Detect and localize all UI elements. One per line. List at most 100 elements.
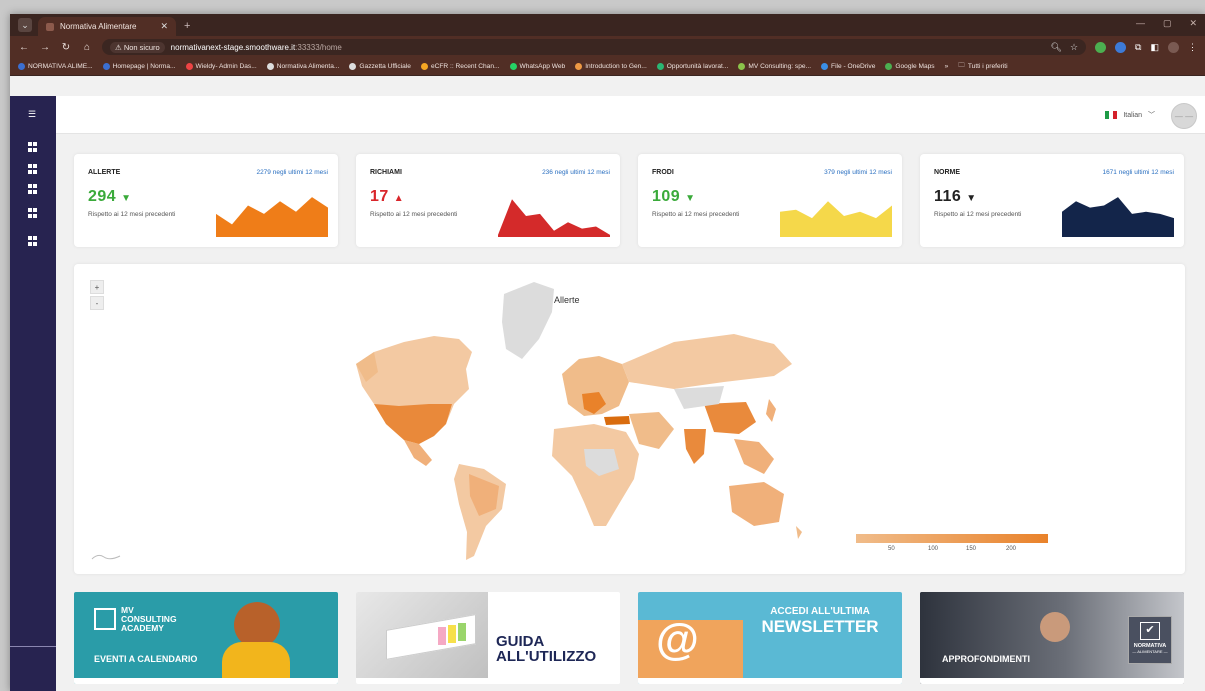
profile-icon[interactable] [1168,41,1179,53]
stat-label: ALLERTE [88,169,121,176]
legend-gradient-bar [856,534,1048,543]
stat-period-link[interactable]: 2279 negli ultimi 12 mesi [256,169,328,176]
person-photo [1040,612,1070,642]
stat-card-norme[interactable]: NORME 1671 negli ultimi 12 mesi 116 ▼ Rispe… [920,154,1184,247]
stat-card-frodi[interactable]: FRODI 379 negli ultimi 12 mesi 109 ▼ Rispet… [638,154,902,247]
tab-title: Normativa Alimentare [60,22,137,31]
security-warning-label: Non sicuro [123,42,160,52]
legend-tick-label: 150 [966,546,977,552]
world-map[interactable] [74,264,1185,574]
banner-approfondimenti[interactable]: APPROFONDIMENTI ✔ NORMATIVA — ALIMENTARE… [920,592,1184,684]
bookmark-label: WhatsApp Web [519,63,566,70]
window-close-icon[interactable]: ✕ [1189,18,1197,29]
bookmark-item[interactable]: Gazzetta Ufficiale [349,63,411,70]
trend-down-icon: ▼ [685,193,696,204]
bookmark-label: eCFR :: Recent Chan... [430,63,500,70]
bookmark-item[interactable]: Homepage | Norma... [102,63,176,70]
stat-label: FRODI [652,169,674,176]
guida-line-2: ALL'UTILIZZO [496,648,597,665]
minimize-icon[interactable]: — [1136,18,1145,29]
security-warning-badge[interactable]: ⚠ Non sicuro [110,41,165,53]
stat-card-allerte[interactable]: ALLERTE 2279 negli ultimi 12 mesi 294 ▼ Ris… [74,154,338,247]
bookmark-item[interactable]: eCFR :: Recent Chan... [420,63,500,70]
sidebar-item-dashboard-icon[interactable] [28,142,38,152]
map-color-legend: 50 100 150 200 [856,534,1048,553]
bookmark-item[interactable]: Opportunità lavorat... [656,63,729,70]
bookmark-item[interactable]: Normativa Alimenta... [266,63,339,70]
extension-icon[interactable] [1115,41,1127,53]
map-mexico [404,440,432,466]
tab-strip: ⌄ Normativa Alimentare ✕ + — ▢ ✕ [10,14,1205,36]
new-tab-icon[interactable]: + [184,20,190,32]
banner-guida-utilizzo[interactable]: GUIDA ALL'UTILIZZO [356,592,620,684]
bookmark-favicon-icon [738,63,746,70]
stat-card-richiami[interactable]: RICHIAMI 236 negli ultimi 12 mesi 17 ▲ Risp… [356,154,620,247]
zoom-lens-icon[interactable]: 🔍︎ [1051,42,1062,53]
normativa-logo: ✔ NORMATIVA — ALIMENTARE — [1128,616,1172,664]
stat-value-row: 294 ▼ [88,188,132,206]
stat-period-link[interactable]: 379 negli ultimi 12 mesi [824,169,892,176]
tab-normativa[interactable]: Normativa Alimentare ✕ [38,17,176,36]
extension-icon[interactable] [1095,41,1107,53]
bookmark-label: Opportunità lavorat... [666,63,729,70]
stat-sparkline [780,201,892,237]
sidebar-item-allerte-icon[interactable] [28,164,38,174]
map-middle-east [629,412,674,449]
menu-toggle-icon[interactable]: ☰ [28,109,38,119]
url-host: normativanext-stage.smoothware.it [170,42,296,52]
newsletter-title: ACCEDI ALL'ULTIMA NEWSLETTER [750,606,890,637]
sticky-note-yellow [448,625,456,643]
bookmark-item[interactable]: WhatsApp Web [509,63,566,70]
bookmark-favicon-icon [885,63,893,70]
all-bookmarks-button[interactable]: 🗀 Tutti i preferiti [958,61,1007,72]
bookmark-item[interactable]: Google Maps [885,63,935,70]
stat-period-link[interactable]: 236 negli ultimi 12 mesi [542,169,610,176]
bookmark-favicon-icon [102,63,110,70]
sidebar-item-frodi-icon[interactable] [28,208,38,218]
map-turkey [604,416,630,425]
address-bar[interactable]: ⚠ Non sicuro normativanext-stage.smoothw… [102,39,1087,55]
stat-label: NORME [934,169,961,176]
legend-tick-label: 200 [1006,546,1017,552]
trend-up-icon: ▲ [393,193,405,204]
restore-icon[interactable]: ▢ [1163,18,1172,29]
bookmarks-overflow-button[interactable]: » [945,63,949,70]
stat-value-row: 109 ▼ [652,188,696,206]
bookmark-favicon-icon [18,63,25,70]
tab-search-button[interactable]: ⌄ [18,18,32,32]
banner-eventi-calendario[interactable]: MV CONSULTING ACADEMY EVENTI A CALENDARI… [74,592,338,684]
sidebar-item-richiami-icon[interactable] [28,184,38,194]
side-panel-icon[interactable]: ◧ [1150,42,1159,53]
extensions-puzzle-icon[interactable]: ⧉ [1135,42,1141,53]
app-header: Italian ﹀ — — [56,96,1205,134]
all-bookmarks-label: Tutti i preferiti [967,63,1008,70]
bookmark-item[interactable]: NORMATIVA ALIME... [18,63,93,70]
user-avatar[interactable]: — — [1171,103,1197,129]
bookmark-label: Homepage | Norma... [112,63,176,70]
language-selector[interactable]: Italian ﹀ [1105,110,1155,120]
newsletter-line-1: ACCEDI ALL'ULTIMA [770,606,870,617]
back-icon[interactable]: ← [18,42,30,53]
bookmark-star-icon[interactable]: ☆ [1070,42,1078,53]
academy-logo-text: MV CONSULTING ACADEMY [121,606,177,633]
bookmark-favicon-icon [509,63,517,70]
sidebar-item-norme-icon[interactable] [28,236,38,246]
browser-menu-icon[interactable]: ⋮ [1188,42,1197,53]
home-icon[interactable]: ⌂ [81,42,93,53]
bookmark-item[interactable]: File - OneDrive [821,63,875,70]
sticky-note-green [458,623,466,641]
bookmark-item[interactable]: Wieldy- Admin Das... [185,63,257,70]
close-tab-icon[interactable]: ✕ [160,21,168,32]
map-japan [766,399,776,422]
map-africa [552,424,639,526]
bookmark-item[interactable]: Introduction to Gen... [575,63,647,70]
stat-value: 116 [934,188,962,205]
bookmark-favicon-icon [185,63,193,70]
banner-newsletter[interactable]: @ ACCEDI ALL'ULTIMA NEWSLETTER [638,592,902,684]
map-credit-logo[interactable] [90,551,124,561]
stat-period-link[interactable]: 1671 negli ultimi 12 mesi [1102,169,1174,176]
stat-sparkline [498,199,610,237]
bookmark-item[interactable]: MV Consulting: spe... [738,63,811,70]
reload-icon[interactable]: ↻ [60,42,72,53]
forward-icon[interactable]: → [39,42,51,53]
